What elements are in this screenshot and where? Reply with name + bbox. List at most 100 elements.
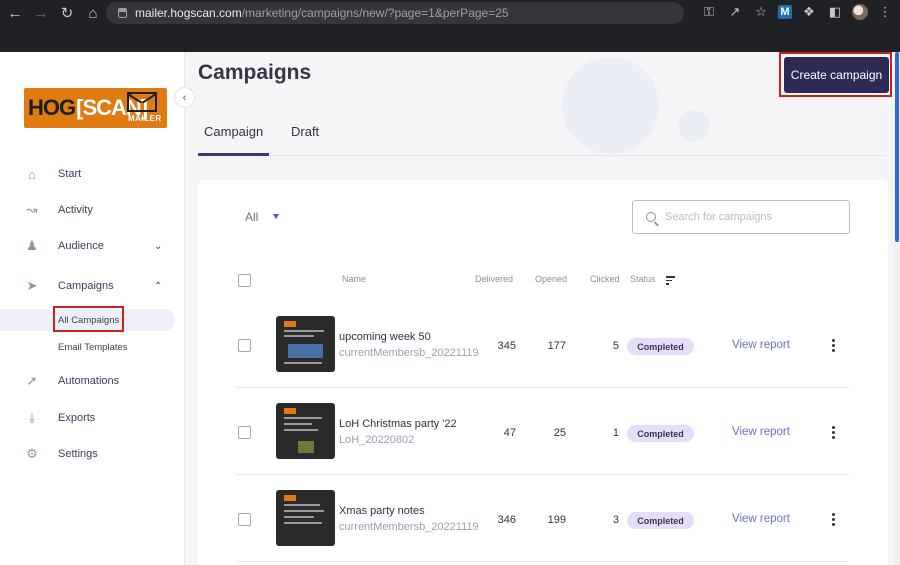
tab-draft[interactable]: Draft bbox=[291, 124, 319, 139]
create-campaign-button[interactable]: Create campaign bbox=[784, 57, 889, 93]
browser-actions: ⚿ ↗ ☆ M ❖ ◧ ⋮ bbox=[700, 3, 894, 21]
active-tab-indicator bbox=[198, 153, 269, 156]
campaign-thumbnail[interactable] bbox=[276, 490, 335, 546]
table-header: Name Delivered Opened Clicked Status bbox=[198, 270, 888, 290]
campaign-list: LoH_20220802 bbox=[339, 434, 415, 446]
campaign-name[interactable]: LoH Christmas party '22 bbox=[339, 418, 457, 430]
browser-toolbar: ← → ↻ ⌂ mailer.hogscan.com/marketing/cam… bbox=[0, 0, 900, 26]
view-report-link[interactable]: View report bbox=[732, 339, 790, 351]
column-status[interactable]: Status bbox=[630, 274, 656, 284]
sidebar-item-automations[interactable]: ➚ Automations bbox=[0, 369, 185, 393]
clicked-value: 1 bbox=[612, 427, 619, 439]
table-row[interactable]: LoH Christmas party '22 LoH_20220802 47 … bbox=[236, 389, 849, 475]
row-checkbox[interactable] bbox=[238, 513, 251, 526]
status-badge: Completed bbox=[627, 425, 694, 442]
column-name[interactable]: Name bbox=[342, 274, 366, 284]
table-row[interactable]: upcoming week 50 currentMembersb_2022111… bbox=[236, 302, 849, 388]
campaign-thumbnail[interactable] bbox=[276, 403, 335, 459]
tab-campaign[interactable]: Campaign bbox=[204, 124, 263, 139]
sidebar-item-audience[interactable]: ♟ Audience ⌄ bbox=[0, 234, 185, 258]
caret-down-icon[interactable] bbox=[273, 214, 279, 219]
url-path: /marketing/campaigns/new/?page=1&perPage… bbox=[241, 6, 509, 20]
sidebar-item-activity[interactable]: ↝ Activity bbox=[0, 198, 185, 222]
sidebar-subitem-email-templates[interactable]: Email Templates bbox=[0, 336, 175, 358]
view-report-link[interactable]: View report bbox=[732, 426, 790, 438]
delivered-value: 345 bbox=[497, 340, 516, 352]
collapse-sidebar-chevron-icon[interactable]: ‹ bbox=[174, 87, 195, 108]
star-icon[interactable]: ☆ bbox=[752, 3, 770, 21]
delivered-value: 346 bbox=[497, 514, 516, 526]
sidebar-item-settings[interactable]: ⚙ Settings bbox=[0, 442, 185, 466]
chart-line-icon: ↝ bbox=[26, 202, 38, 217]
profile-avatar[interactable] bbox=[852, 4, 868, 20]
opened-value: 199 bbox=[547, 514, 566, 526]
sidebar-item-exports[interactable]: ⤓ Exports bbox=[0, 406, 185, 430]
column-delivered[interactable]: Delivered bbox=[475, 274, 513, 284]
puzzle-icon[interactable]: ❖ bbox=[800, 3, 818, 21]
share-icon[interactable]: ↗ bbox=[726, 3, 744, 21]
status-badge: Completed bbox=[627, 338, 694, 355]
browser-chrome: ← → ↻ ⌂ mailer.hogscan.com/marketing/cam… bbox=[0, 0, 900, 52]
row-checkbox[interactable] bbox=[238, 339, 251, 352]
search-input[interactable] bbox=[665, 211, 845, 223]
campaign-thumbnail[interactable] bbox=[276, 316, 335, 372]
extension-m-icon[interactable]: M bbox=[778, 5, 792, 19]
users-icon: ♟ bbox=[26, 238, 38, 253]
sidebar: HOG [SCAN] MAILER ‹ ⌂ Start ↝ Activity ♟… bbox=[0, 52, 195, 565]
gear-icon: ⚙ bbox=[26, 446, 38, 461]
column-opened[interactable]: Opened bbox=[535, 274, 567, 284]
sidebar-item-label: Automations bbox=[58, 375, 120, 387]
sidebar-item-label: Campaigns bbox=[58, 280, 114, 292]
back-arrow-icon[interactable]: ← bbox=[4, 2, 26, 24]
sidebar-item-label: Settings bbox=[58, 448, 98, 460]
search-box[interactable] bbox=[632, 200, 850, 234]
status-filter-dropdown[interactable]: All bbox=[245, 210, 258, 224]
logo-mailer-text: MAILER bbox=[128, 114, 162, 123]
sidebar-subitem-all-campaigns[interactable]: All Campaigns bbox=[0, 306, 175, 332]
row-menu-icon[interactable] bbox=[832, 426, 836, 441]
sidebar-subitem-label: Email Templates bbox=[58, 341, 128, 353]
campaign-list: currentMembersb_20221119 bbox=[339, 347, 479, 359]
campaign-name[interactable]: Xmas party notes bbox=[339, 505, 425, 517]
page-scrollbar[interactable] bbox=[894, 52, 900, 565]
scrollbar-thumb[interactable] bbox=[895, 52, 899, 242]
campaigns-card: All Name Delivered Opened Clicked Status… bbox=[198, 180, 888, 565]
send-icon: ➤ bbox=[26, 278, 38, 293]
home-page-icon[interactable]: ⌂ bbox=[82, 2, 104, 24]
campaign-tabs: Campaign Draft bbox=[198, 112, 886, 156]
url-host: mailer.hogscan.com bbox=[135, 6, 242, 20]
lock-icon bbox=[118, 8, 127, 18]
logo-hog-text: HOG bbox=[28, 95, 76, 120]
key-icon[interactable]: ⚿ bbox=[700, 3, 718, 21]
select-all-checkbox[interactable] bbox=[238, 274, 251, 287]
view-report-link[interactable]: View report bbox=[732, 513, 790, 525]
row-checkbox[interactable] bbox=[238, 426, 251, 439]
row-menu-icon[interactable] bbox=[832, 513, 836, 528]
reload-icon[interactable]: ↻ bbox=[56, 2, 78, 24]
home-icon: ⌂ bbox=[28, 166, 36, 182]
sidebar-item-label: Audience bbox=[58, 240, 104, 252]
table-row[interactable]: Xmas party notes currentMembersb_2022111… bbox=[236, 476, 849, 562]
sidebar-item-start[interactable]: ⌂ Start bbox=[0, 162, 185, 186]
clicked-value: 3 bbox=[612, 514, 619, 526]
row-menu-icon[interactable] bbox=[832, 339, 836, 354]
menu-dots-icon[interactable]: ⋮ bbox=[876, 3, 894, 21]
sidebar-subitem-label: All Campaigns bbox=[58, 314, 120, 326]
rocket-icon: ➚ bbox=[26, 373, 38, 388]
hogscan-logo[interactable]: HOG [SCAN] MAILER bbox=[24, 88, 167, 128]
address-bar[interactable]: mailer.hogscan.com/marketing/campaigns/n… bbox=[106, 2, 684, 24]
main-content: Campaigns Create campaign Campaign Draft… bbox=[185, 52, 900, 565]
sidepanel-icon[interactable]: ◧ bbox=[826, 3, 844, 21]
sort-icon[interactable] bbox=[666, 276, 675, 287]
forward-arrow-icon[interactable]: → bbox=[30, 2, 52, 24]
campaign-name[interactable]: upcoming week 50 bbox=[339, 331, 431, 343]
chevron-up-icon: ⌃ bbox=[154, 280, 163, 292]
sidebar-item-label: Start bbox=[58, 168, 82, 180]
column-clicked[interactable]: Clicked bbox=[590, 274, 620, 284]
envelope-icon: MAILER bbox=[125, 91, 162, 125]
clicked-value: 5 bbox=[612, 340, 619, 352]
campaign-list: currentMembersb_20221119 bbox=[339, 521, 479, 533]
search-icon bbox=[646, 212, 656, 222]
sidebar-item-label: Exports bbox=[58, 412, 96, 424]
sidebar-item-campaigns[interactable]: ➤ Campaigns ⌃ bbox=[0, 274, 185, 298]
